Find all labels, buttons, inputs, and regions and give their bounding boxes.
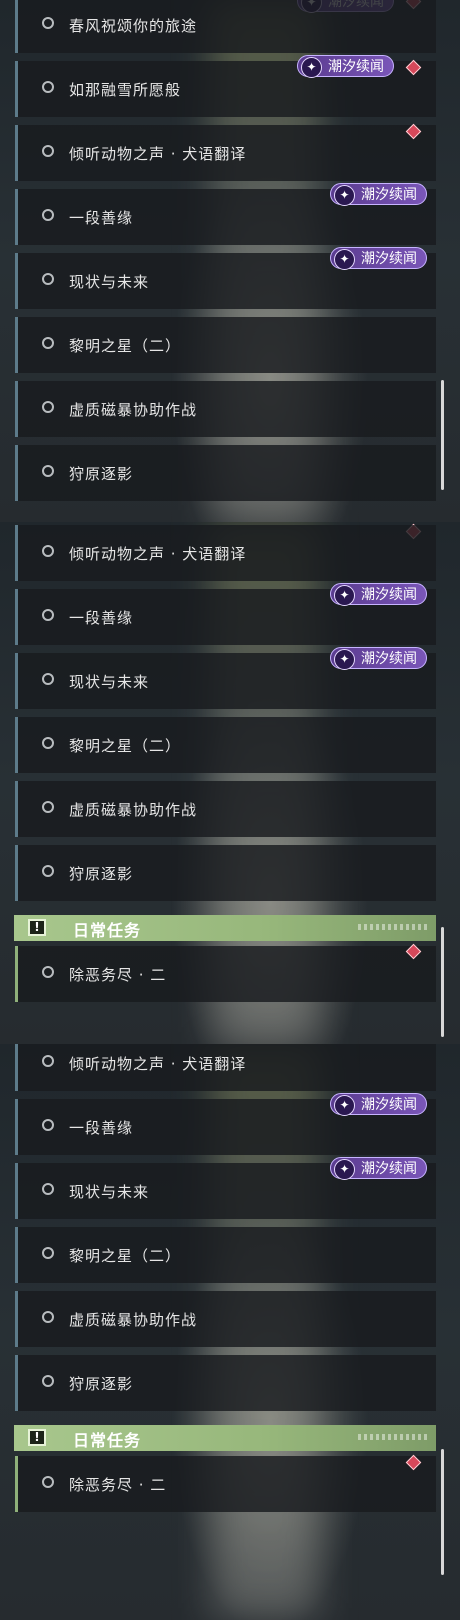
star-icon: ✦	[334, 249, 355, 270]
unchecked-circle-icon	[42, 209, 54, 221]
quest-row[interactable]: 倾听动物之声 · 犬语翻译	[15, 525, 436, 581]
quest-row[interactable]: 黎明之星（二）	[15, 717, 436, 773]
quest-title: 虚质磁暴协助作战	[69, 801, 198, 819]
daily-quests-header[interactable]: ! 日常任务	[14, 915, 436, 941]
unchecked-circle-icon	[42, 273, 54, 285]
quest-title: 一段善缘	[69, 209, 134, 227]
quest-row[interactable]: 狩原逐影	[15, 445, 436, 501]
quest-panel-3: 倾听动物之声 · 犬语翻译 一段善缘 ✦ 潮汐续闻 现状与未来 ✦ 潮汐续闻 黎明之…	[0, 1044, 460, 1620]
unchecked-circle-icon	[42, 966, 54, 978]
unchecked-circle-icon	[42, 1247, 54, 1259]
alert-icon: !	[28, 1429, 46, 1446]
unchecked-circle-icon	[42, 1375, 54, 1387]
quest-title: 倾听动物之声 · 犬语翻译	[69, 145, 247, 163]
quest-row[interactable]: 黎明之星（二）	[15, 1227, 436, 1283]
unchecked-circle-icon	[42, 865, 54, 877]
quest-title: 虚质磁暴协助作战	[69, 401, 198, 419]
tide-tales-tag: ✦潮汐续闻	[330, 647, 427, 670]
quest-title: 除恶务尽 · 二	[69, 966, 167, 984]
quest-row[interactable]: 虚质磁暴协助作战	[15, 781, 436, 837]
unchecked-circle-icon	[42, 545, 54, 557]
quest-title: 除恶务尽 · 二	[69, 1476, 167, 1494]
unchecked-circle-icon	[42, 81, 54, 93]
unchecked-circle-icon	[42, 145, 54, 157]
scrollbar[interactable]	[441, 1449, 444, 1575]
quest-row[interactable]: 春风祝颂你的旅途	[15, 0, 436, 53]
unchecked-circle-icon	[42, 1055, 54, 1067]
star-icon: ✦	[334, 649, 355, 670]
star-icon: ✦	[334, 1095, 355, 1116]
quest-row[interactable]: 虚质磁暴协助作战	[15, 1291, 436, 1347]
unchecked-circle-icon	[42, 609, 54, 621]
quest-title: 黎明之星（二）	[69, 337, 182, 355]
quest-title: 狩原逐影	[69, 865, 134, 883]
quest-title: 虚质磁暴协助作战	[69, 1311, 198, 1329]
quest-title: 春风祝颂你的旅途	[69, 17, 198, 35]
daily-quest-row[interactable]: 除恶务尽 · 二	[15, 1456, 436, 1512]
unchecked-circle-icon	[42, 17, 54, 29]
unchecked-circle-icon	[42, 337, 54, 349]
unchecked-circle-icon	[42, 401, 54, 413]
unchecked-circle-icon	[42, 1476, 54, 1488]
quest-title: 狩原逐影	[69, 465, 134, 483]
unchecked-circle-icon	[42, 673, 54, 685]
tide-tales-tag: ✦潮汐续闻	[330, 1157, 427, 1180]
quest-title: 现状与未来	[69, 1183, 150, 1201]
quest-title: 现状与未来	[69, 673, 150, 691]
scrollbar[interactable]	[441, 927, 444, 1037]
daily-quest-row[interactable]: 除恶务尽 · 二	[15, 946, 436, 1002]
section-title: 日常任务	[73, 1431, 142, 1450]
alert-icon: !	[28, 919, 46, 936]
quest-row[interactable]: 狩原逐影	[15, 1355, 436, 1411]
star-icon: ✦	[334, 585, 355, 606]
tide-tales-tag: ✦潮汐续闻	[297, 55, 394, 78]
quest-title: 现状与未来	[69, 273, 150, 291]
unchecked-circle-icon	[42, 1183, 54, 1195]
quest-title: 狩原逐影	[69, 1375, 134, 1393]
unchecked-circle-icon	[42, 801, 54, 813]
quest-row[interactable]: 倾听动物之声 · 犬语翻译	[15, 125, 436, 181]
quest-title: 黎明之星（二）	[69, 1247, 182, 1265]
quest-row[interactable]: 狩原逐影	[15, 845, 436, 901]
star-icon: ✦	[334, 1159, 355, 1180]
tide-tales-tag: ✦潮汐续闻	[330, 183, 427, 206]
tide-tales-tag: ✦潮汐续闻	[330, 583, 427, 606]
quest-row[interactable]: 黎明之星（二）	[15, 317, 436, 373]
unchecked-circle-icon	[42, 1311, 54, 1323]
quest-panel-2: 倾听动物之声 · 犬语翻译 一段善缘 ✦ 潮汐续闻 现状与未来 ✦ 潮汐续闻 黎明之…	[0, 522, 460, 1044]
unchecked-circle-icon	[42, 1119, 54, 1131]
quest-title: 一段善缘	[69, 1119, 134, 1137]
quest-title: 黎明之星（二）	[69, 737, 182, 755]
quest-title: 倾听动物之声 · 犬语翻译	[69, 545, 247, 563]
tide-tales-tag: ✦潮汐续闻	[330, 1093, 427, 1116]
tide-tales-tag: ✦潮汐续闻	[330, 247, 427, 270]
scrollbar[interactable]	[441, 380, 444, 490]
star-icon: ✦	[301, 57, 322, 78]
quest-title: 一段善缘	[69, 609, 134, 627]
quest-title: 倾听动物之声 · 犬语翻译	[69, 1055, 247, 1073]
unchecked-circle-icon	[42, 737, 54, 749]
quest-row[interactable]: 虚质磁暴协助作战	[15, 381, 436, 437]
quest-panel-1: ✦潮汐续闻 春风祝颂你的旅途 如那融雪所愿般 ✦潮汐续闻 倾听动物之声 · 犬语…	[0, 0, 460, 522]
unchecked-circle-icon	[42, 465, 54, 477]
section-title: 日常任务	[73, 921, 142, 940]
quest-title: 如那融雪所愿般	[69, 81, 182, 99]
star-icon: ✦	[334, 185, 355, 206]
daily-quests-header[interactable]: ! 日常任务	[14, 1425, 436, 1451]
quest-row[interactable]: 倾听动物之声 · 犬语翻译	[15, 1044, 436, 1091]
